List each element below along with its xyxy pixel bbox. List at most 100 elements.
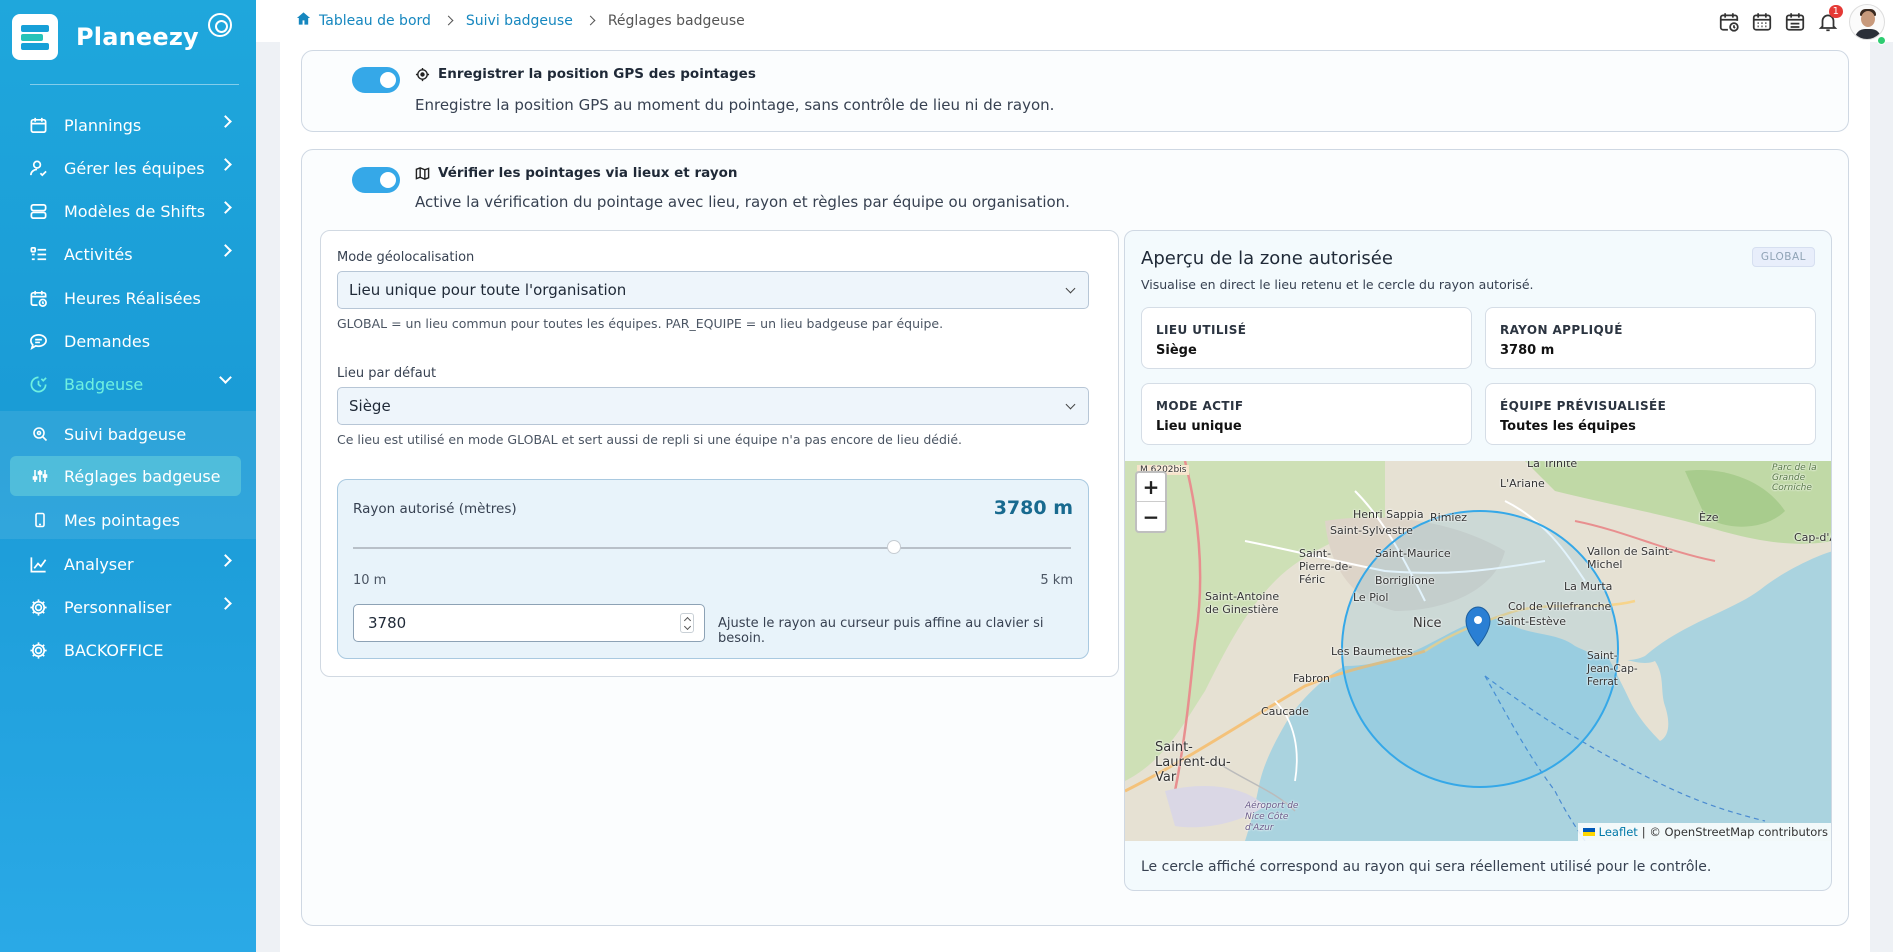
zoom-out-button[interactable]: −	[1137, 502, 1165, 531]
map-label: Caucade	[1261, 705, 1309, 718]
breadcrumb-parent-link[interactable]: Suivi badgeuse	[466, 13, 573, 29]
stat-key: RAYON APPLIQUÉ	[1500, 323, 1623, 337]
sidebar-subitem-reglages[interactable]: Réglages badgeuse	[10, 456, 241, 496]
sidebar-subitem-suivi[interactable]: Suivi badgeuse	[10, 414, 241, 454]
mode-badge: GLOBAL	[1751, 247, 1815, 267]
chevron-right-icon	[219, 201, 232, 214]
radius-slider-track[interactable]	[353, 547, 1071, 549]
sidebar-item-label: Plannings	[64, 115, 142, 135]
online-status-indicator	[1877, 36, 1886, 45]
avatar[interactable]	[1849, 4, 1885, 40]
map-label: Parc de la Grande Corniche	[1772, 463, 1817, 493]
place-select[interactable]: Siège	[337, 387, 1089, 425]
map-label: Le Piol	[1353, 591, 1389, 604]
brand[interactable]: Planeezy	[12, 14, 199, 60]
sidebar-item-analyser[interactable]: Analyser	[0, 544, 256, 584]
radius-number-input[interactable]: 3780	[353, 604, 705, 642]
map-label: Saint-Maurice	[1375, 547, 1451, 560]
sidebar-item-label: Modèles de Shifts	[64, 201, 206, 221]
stepper-icon[interactable]	[680, 613, 694, 633]
radius-panel: Rayon autorisé (mètres) 3780 m 10 m 5 km…	[337, 479, 1089, 659]
sidebar: Planeezy Plannings Gérer les équipes Mod…	[0, 0, 256, 952]
sidebar-item-heures[interactable]: Heures Réalisées	[0, 278, 256, 318]
map-attribution: Leaflet | © OpenStreetMap contributors	[1577, 823, 1831, 841]
breadcrumb-home-link[interactable]: Tableau de bord	[319, 13, 431, 29]
gps-title-text: Enregistrer la position GPS des pointage…	[438, 66, 756, 82]
user-check-icon	[28, 158, 48, 178]
chevron-right-icon	[443, 15, 454, 26]
sidebar-divider	[30, 84, 239, 85]
map-label: Col de Villefranche	[1508, 600, 1612, 613]
calendar-clock-icon[interactable]	[1716, 9, 1742, 35]
chart-icon	[28, 554, 48, 574]
sidebar-item-badgeuse[interactable]: Badgeuse	[0, 364, 256, 404]
search-icon	[32, 426, 48, 442]
clock-check-icon	[28, 374, 48, 394]
sidebar-item-plannings[interactable]: Plannings	[0, 105, 256, 145]
sidebar-toggle-icon[interactable]	[208, 13, 232, 37]
gps-toggle[interactable]	[352, 67, 400, 93]
sidebar-item-label: Analyser	[64, 554, 134, 574]
map-label: La Trinité	[1527, 461, 1578, 470]
calendar-icon	[28, 115, 48, 135]
radius-label: Rayon autorisé (mètres)	[353, 501, 517, 517]
map-zoom-control: + −	[1135, 471, 1167, 533]
place-label: Lieu par défaut	[337, 366, 437, 381]
sliders-icon	[32, 468, 48, 484]
map[interactable]: M 6202bis La Trinité L'Ariane Parc de la…	[1125, 461, 1831, 841]
sidebar-item-modeles[interactable]: Modèles de Shifts	[0, 191, 256, 231]
leaflet-link[interactable]: Leaflet	[1599, 825, 1638, 839]
stat-equipe: ÉQUIPE PRÉVISUALISÉE Toutes les équipes	[1485, 383, 1816, 445]
radius-min-label: 10 m	[353, 573, 387, 588]
sidebar-item-activites[interactable]: Activités	[0, 234, 256, 274]
list-icon	[28, 244, 48, 264]
gps-setting-title: Enregistrer la position GPS des pointage…	[415, 66, 756, 82]
map-label: Saint-Estève	[1497, 615, 1567, 628]
zone-preview-panel: Aperçu de la zone autorisée Visualise en…	[1124, 230, 1832, 891]
mode-select[interactable]: Lieu unique pour toute l'organisation	[337, 271, 1089, 309]
verify-setting-title: Vérifier les pointages via lieux et rayo…	[415, 165, 738, 181]
notification-badge: 1	[1828, 5, 1843, 18]
sidebar-subitem-pointages[interactable]: Mes pointages	[10, 500, 241, 540]
chevron-right-icon	[219, 554, 232, 567]
phone-icon	[32, 512, 48, 528]
home-icon[interactable]	[296, 11, 311, 30]
geolocation-form-panel: Mode géolocalisation Lieu unique pour to…	[320, 230, 1119, 677]
topbar: Tableau de bord Suivi badgeuse Réglages …	[256, 0, 1893, 45]
map-label: Cap-d'Ail	[1794, 531, 1831, 544]
sidebar-item-backoffice[interactable]: BACKOFFICE	[0, 630, 256, 670]
bell-icon[interactable]: 1	[1815, 5, 1843, 35]
calendar-icon[interactable]	[1782, 9, 1808, 35]
map-label: Aéroport de Nice Côte d'Azur	[1245, 801, 1299, 833]
location-target-icon	[415, 67, 430, 82]
sidebar-item-personnaliser[interactable]: Personnaliser	[0, 587, 256, 627]
gps-setting-card: Enregistrer la position GPS des pointage…	[301, 50, 1849, 132]
zoom-in-button[interactable]: +	[1137, 473, 1165, 502]
sidebar-item-demandes[interactable]: Demandes	[0, 321, 256, 361]
sidebar-item-equipes[interactable]: Gérer les équipes	[0, 148, 256, 188]
map-label: Borriglione	[1375, 574, 1435, 587]
calendar-grid-icon[interactable]	[1749, 9, 1775, 35]
map-label: Henri Sappia	[1353, 508, 1424, 521]
map-label: Saint-Sylvestre	[1330, 524, 1413, 537]
stat-mode: MODE ACTIF Lieu unique	[1141, 383, 1472, 445]
radius-slider-thumb[interactable]	[887, 540, 902, 554]
gps-setting-description: Enregistre la position GPS au moment du …	[415, 96, 1055, 114]
sidebar-item-label: Badgeuse	[64, 374, 144, 394]
mode-label: Mode géolocalisation	[337, 250, 475, 265]
stat-lieu: LIEU UTILISÉ Siège	[1141, 307, 1472, 369]
chevron-right-icon	[585, 15, 596, 26]
verify-title-text: Vérifier les pointages via lieux et rayo…	[438, 165, 738, 181]
radius-value-display: 3780 m	[993, 497, 1073, 519]
chevron-right-icon	[219, 597, 232, 610]
place-hint: Ce lieu est utilisé en mode GLOBAL et se…	[337, 432, 963, 447]
chevron-down-icon	[1065, 283, 1076, 294]
verify-toggle[interactable]	[352, 167, 400, 193]
radius-max-label: 5 km	[1040, 573, 1073, 588]
sidebar-item-label: Gérer les équipes	[64, 158, 205, 178]
map-label: L'Ariane	[1500, 477, 1545, 490]
chat-icon	[28, 331, 48, 351]
stat-value: 3780 m	[1500, 343, 1555, 358]
place-select-value: Siège	[349, 397, 391, 415]
sidebar-item-label: Activités	[64, 244, 133, 264]
